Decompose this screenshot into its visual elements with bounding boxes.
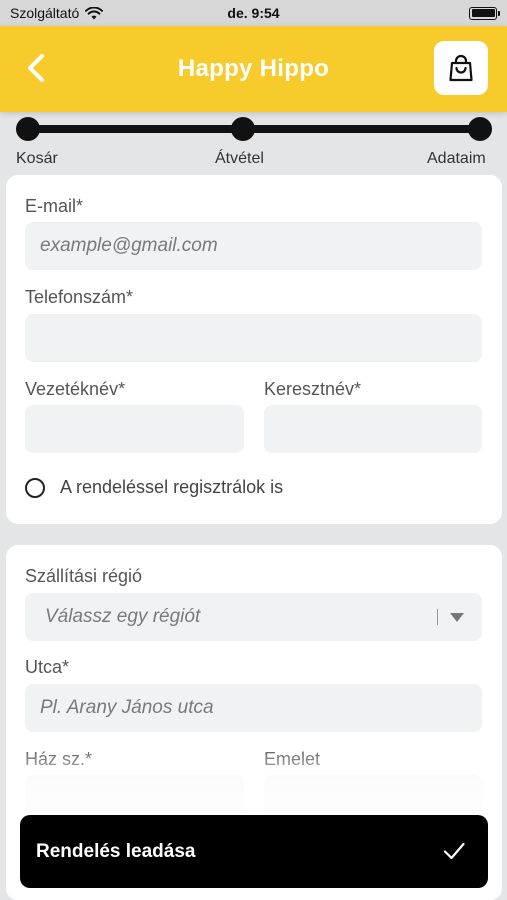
firstname-label: Keresztnév* — [264, 379, 362, 399]
lastname-label: Vezetéknév* — [25, 379, 126, 399]
floor-label: Emelet — [264, 749, 321, 769]
stepper-label-cart: Kosár — [16, 150, 58, 167]
register-label[interactable]: A rendeléssel regisztrálok is — [60, 477, 283, 498]
region-select[interactable]: Válassz egy régiót — [25, 593, 482, 641]
app-header: Happy Hippo — [0, 26, 507, 112]
stepper-dot-cart — [16, 117, 40, 141]
contact-card: E-mail* example@gmail.com Telefonszám* V… — [6, 175, 502, 524]
region-placeholder: Válassz egy régiót — [45, 606, 201, 627]
place-order-label: Rendelés leadása — [36, 840, 196, 862]
battery-icon — [469, 6, 500, 20]
phone-field[interactable] — [25, 314, 482, 362]
stepper-dot-pickup — [231, 117, 255, 141]
register-radio[interactable] — [25, 478, 45, 498]
email-field[interactable]: example@gmail.com — [25, 222, 482, 270]
region-label: Szállítási régió — [25, 566, 143, 586]
place-order-button[interactable]: Rendelés leadása — [20, 815, 488, 888]
phone-label: Telefonszám* — [25, 287, 134, 307]
status-bar: Szolgáltató de. 9:54 — [0, 0, 507, 26]
firstname-field[interactable] — [264, 405, 482, 453]
email-label: E-mail* — [25, 196, 84, 216]
chevron-left-icon — [28, 54, 44, 82]
cart-button[interactable] — [434, 41, 488, 95]
email-placeholder: example@gmail.com — [40, 235, 218, 256]
select-separator — [437, 609, 438, 625]
stepper-label-pickup: Átvétel — [215, 150, 264, 167]
checkout-stepper: Kosár Átvétel Adataim — [0, 112, 507, 174]
stepper-dot-details — [468, 117, 492, 141]
page-title: Happy Hippo — [177, 55, 330, 82]
status-time: de. 9:54 — [227, 5, 280, 21]
dropdown-caret-icon — [450, 613, 464, 622]
house-number-label: Ház sz.* — [25, 749, 93, 769]
wifi-icon — [85, 6, 104, 19]
back-button[interactable] — [18, 50, 54, 86]
lastname-field[interactable] — [25, 405, 244, 453]
carrier-label: Szolgáltató — [10, 5, 80, 21]
shopping-bag-icon — [449, 54, 473, 82]
stepper-label-details: Adataim — [427, 150, 486, 167]
checkmark-icon — [443, 842, 465, 860]
street-field[interactable]: Pl. Arany János utca — [25, 684, 482, 732]
street-label: Utca* — [25, 657, 70, 677]
street-placeholder: Pl. Arany János utca — [40, 697, 214, 718]
status-left: Szolgáltató — [10, 5, 104, 21]
